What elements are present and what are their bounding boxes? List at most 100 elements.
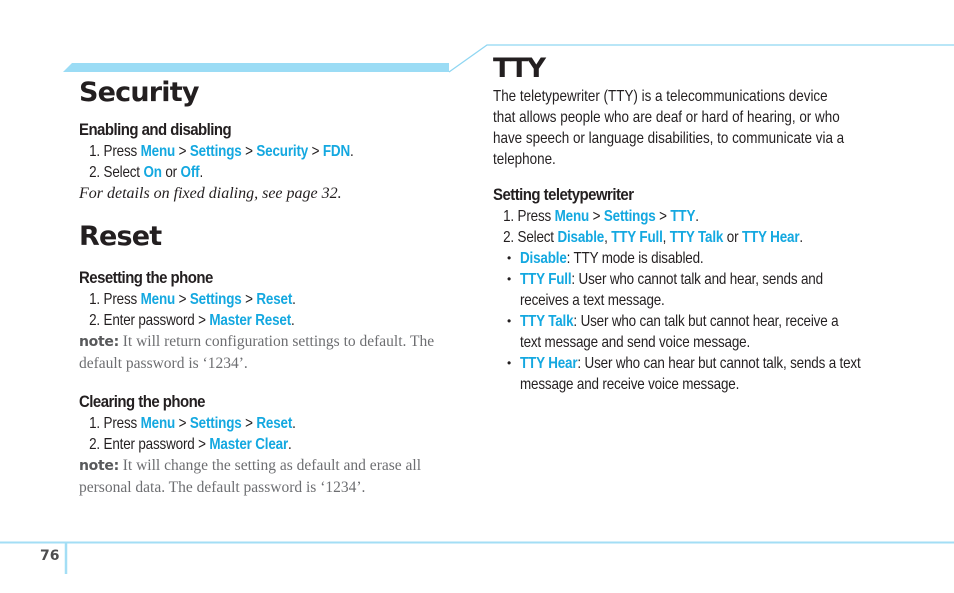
step-text: . xyxy=(291,312,295,329)
intro-line: telephone. xyxy=(493,151,556,168)
step-text: > xyxy=(241,143,257,160)
step-text: > xyxy=(175,143,190,160)
tty-intro: The teletypewriter (TTY) is a telecommun… xyxy=(493,86,893,170)
header-band xyxy=(63,63,449,72)
intro-line: The teletypewriter (TTY) is a telecommun… xyxy=(493,88,828,105)
step-text: > xyxy=(308,143,323,160)
mode-description: : User who cannot talk and hear, sends a… xyxy=(571,271,823,288)
bullet-line: Disable: TTY mode is disabled. xyxy=(520,248,833,269)
step-number: 1. xyxy=(89,415,100,432)
tty-mode-item: • TTY Hear: User who can hear but cannot … xyxy=(493,353,893,395)
mode-description: : User who can talk but cannot hear, rec… xyxy=(573,313,839,330)
step-text: . xyxy=(799,229,803,246)
step-number: 1. xyxy=(503,208,514,225)
menu-term: Master Clear xyxy=(209,436,289,453)
step-number: 2. xyxy=(89,436,100,453)
bullet-line: TTY Full: User who cannot talk and hear,… xyxy=(520,269,833,290)
menu-term: Reset xyxy=(256,291,293,308)
bullet-line: TTY Talk: User who can talk but cannot h… xyxy=(520,311,839,332)
note-label: note: xyxy=(79,334,119,350)
mode-description: receives a text message. xyxy=(520,292,665,309)
menu-term: Menu xyxy=(140,415,176,432)
step-text: , xyxy=(604,229,612,246)
menu-term: Security xyxy=(256,143,309,160)
step-item: 2. Select On or Off. xyxy=(79,162,398,183)
step-item: 1. Press Menu > Settings > TTY. xyxy=(493,206,829,227)
fixed-dialing-note: For details on fixed dialing, see page 3… xyxy=(79,185,342,202)
menu-term: On xyxy=(143,164,162,181)
step-text: Press xyxy=(103,415,141,432)
note-text: personal data. The default password is ‘… xyxy=(79,479,366,496)
step-item: 2. Enter password > Master Reset. xyxy=(79,310,398,331)
step-text: > xyxy=(241,415,257,432)
menu-term: FDN xyxy=(322,143,351,160)
mode-term: Disable xyxy=(520,250,567,267)
step-text: > xyxy=(655,208,671,225)
step-text: . xyxy=(292,415,296,432)
menu-term: TTY Hear xyxy=(741,229,800,246)
menu-term: TTY Talk xyxy=(669,229,724,246)
step-text: . xyxy=(288,436,292,453)
resetting-steps: 1. Press Menu > Settings > Reset. 2. Ente… xyxy=(79,289,459,331)
step-item: 2. Select Disable, TTY Full, TTY Talk or… xyxy=(493,227,829,248)
mode-description: message and receive voice message. xyxy=(520,376,740,393)
step-item: 1. Press Menu > Settings > Reset. xyxy=(79,289,398,310)
step-text: Select xyxy=(103,164,144,181)
note-text: default password is ‘1234’. xyxy=(79,355,248,372)
menu-term: Off xyxy=(180,164,200,181)
step-text: . xyxy=(695,208,699,225)
menu-term: TTY xyxy=(670,208,696,225)
tty-mode-item: • TTY Full: User who cannot talk and hear… xyxy=(493,269,893,311)
note-text: It will change the setting as default an… xyxy=(118,457,422,474)
clearing-phone-heading: Clearing the phone xyxy=(79,392,206,411)
step-text: > xyxy=(175,291,190,308)
resetting-phone-heading: Resetting the phone xyxy=(79,268,213,287)
step-item: 1. Press Menu > Settings > Reset. xyxy=(79,413,398,434)
menu-term: Menu xyxy=(140,143,176,160)
bullet-icon: • xyxy=(507,272,512,286)
enabling-steps: 1. Press Menu > Settings > Security > FD… xyxy=(79,141,459,183)
bullet-line: TTY Hear: User who can hear but cannot t… xyxy=(520,353,861,374)
setting-tty-heading: Setting teletypewriter xyxy=(493,185,634,204)
step-text: Press xyxy=(103,143,141,160)
reset-note: note: It will return configuration setti… xyxy=(79,331,459,374)
clear-note: note: It will change the setting as defa… xyxy=(79,455,459,498)
mode-description: : TTY mode is disabled. xyxy=(566,250,704,267)
right-column: TTY The teletypewriter (TTY) is a teleco… xyxy=(493,52,893,395)
menu-term: Settings xyxy=(189,291,242,308)
menu-term: Menu xyxy=(554,208,590,225)
menu-term: Disable xyxy=(557,229,605,246)
step-text: Enter password > xyxy=(103,436,210,453)
step-text: > xyxy=(175,415,190,432)
step-text: > xyxy=(589,208,604,225)
step-text: Press xyxy=(103,291,141,308)
note-text: It will return configuration settings to… xyxy=(118,333,435,350)
menu-term: Settings xyxy=(189,415,242,432)
mode-term: TTY Talk xyxy=(520,313,574,330)
mode-description: text message and send voice message. xyxy=(520,334,751,351)
mode-term: TTY Full xyxy=(520,271,572,288)
bullet-icon: • xyxy=(507,314,512,328)
step-text: Enter password > xyxy=(103,312,210,329)
menu-term: Reset xyxy=(256,415,293,432)
bullet-icon: • xyxy=(507,356,512,370)
left-column: Security Enabling and disabling 1. Press… xyxy=(79,76,459,498)
step-text: . xyxy=(292,291,296,308)
enabling-disabling-heading: Enabling and disabling xyxy=(79,120,232,139)
bullet-line: message and receive voice message. xyxy=(520,374,833,395)
step-text: Select xyxy=(517,229,558,246)
page-number: 76 xyxy=(40,548,60,564)
step-item: 2. Enter password > Master Clear. xyxy=(79,434,398,455)
menu-term: Settings xyxy=(603,208,656,225)
note-label: note: xyxy=(79,458,119,474)
step-number: 2. xyxy=(89,164,100,181)
menu-term: Settings xyxy=(189,143,242,160)
tty-mode-item: • TTY Talk: User who can talk but cannot … xyxy=(493,311,893,353)
step-number: 1. xyxy=(89,143,100,160)
mode-term: TTY Hear xyxy=(520,355,578,372)
step-text: Press xyxy=(517,208,555,225)
bullet-icon: • xyxy=(507,251,512,265)
step-text: or xyxy=(161,164,181,181)
step-text: > xyxy=(241,291,257,308)
tty-title: TTY xyxy=(493,53,546,84)
